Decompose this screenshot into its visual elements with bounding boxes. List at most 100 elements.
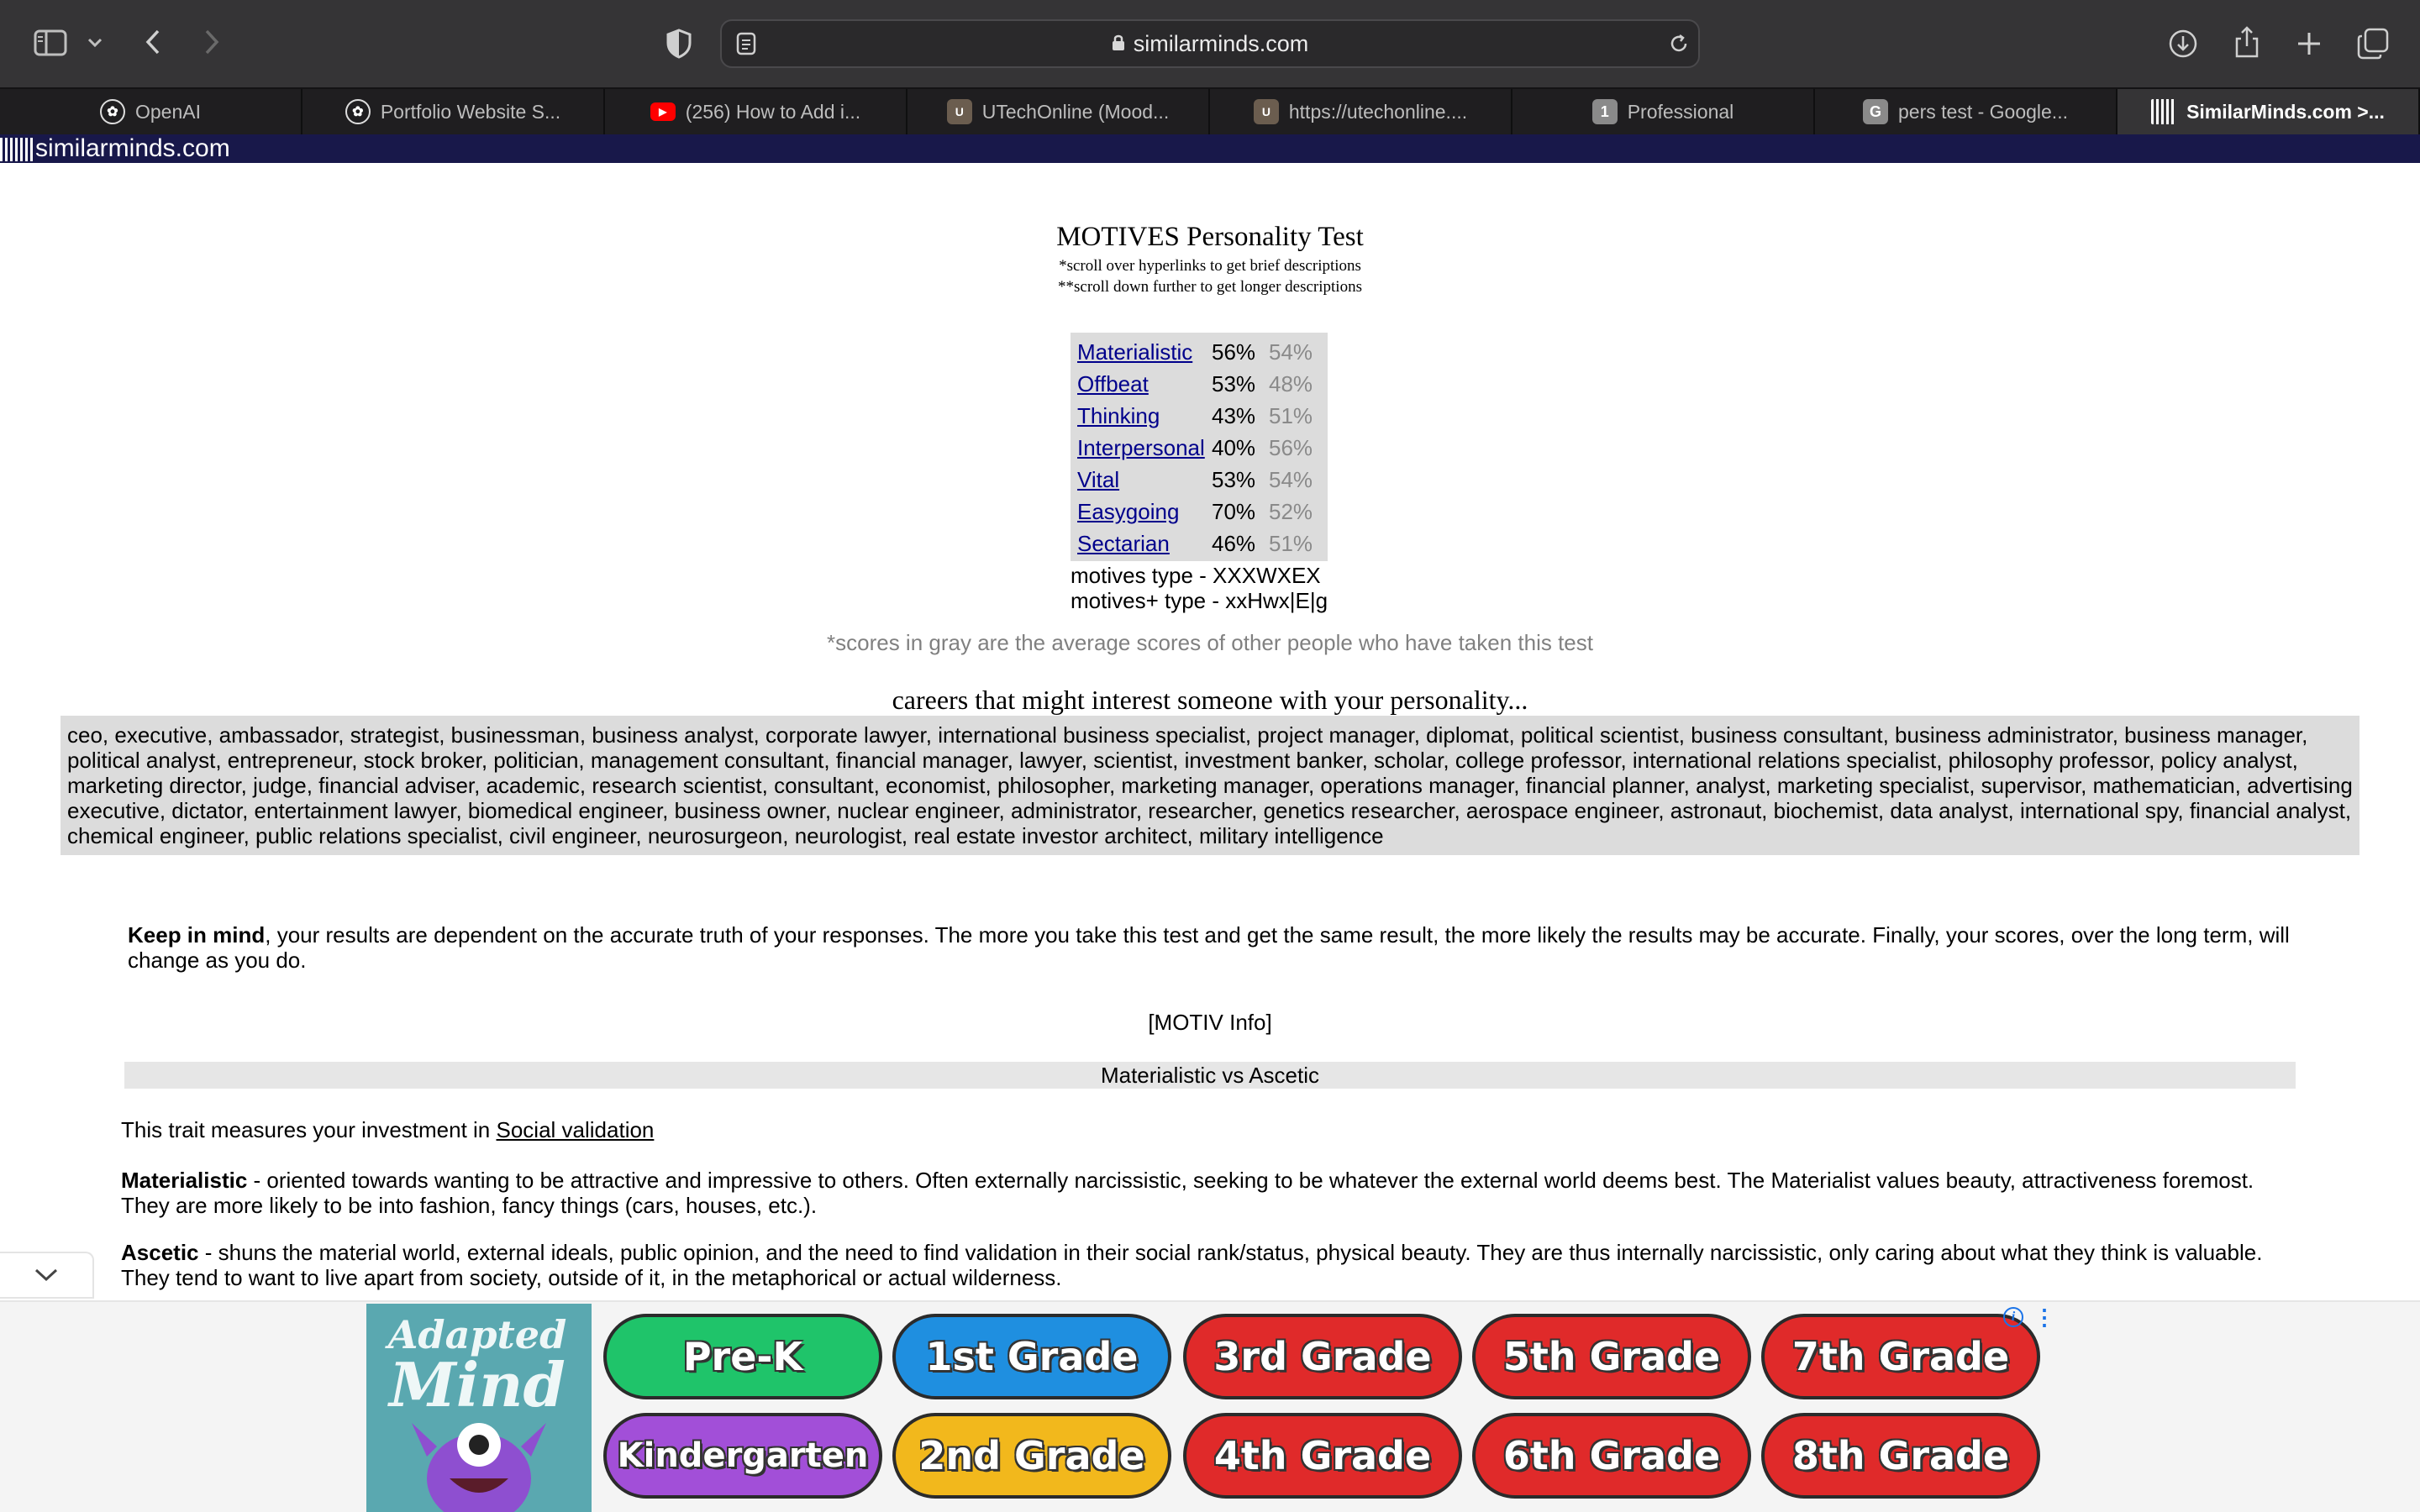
privacy-shield-icon[interactable] (662, 27, 696, 60)
lock-icon (1112, 21, 1125, 66)
trait-link[interactable]: Easygoing (1077, 496, 1179, 528)
grade-button-pre-k[interactable]: Pre-K (603, 1314, 882, 1399)
new-tab-icon[interactable] (2292, 27, 2326, 60)
tab-youtube[interactable]: ▶ (256) How to Add i... (605, 89, 908, 134)
trait-average: 48% (1269, 371, 1313, 396)
chevron-down-icon (34, 1268, 58, 1282)
utech-icon: U (946, 99, 972, 124)
tab-openai[interactable]: ✿ OpenAI (0, 89, 302, 134)
tab-label: Professional (1627, 100, 1734, 123)
similarminds-icon (2151, 99, 2177, 124)
ascetic-text: - shuns the material world, external ide… (121, 1240, 2263, 1290)
trait-score: 53% (1212, 371, 1256, 396)
trait-score: 40% (1212, 435, 1256, 460)
grade-button-1st[interactable]: 1st Grade (892, 1314, 1171, 1399)
page-title: MOTIVES Personality Test (1056, 222, 1364, 252)
trait-score: 53% (1212, 467, 1256, 492)
careers-list: ceo, executive, ambassador, strategist, … (60, 716, 2360, 855)
motiv-info-label: [MOTIV Info] (1148, 1010, 1272, 1035)
share-icon[interactable] (2230, 24, 2264, 60)
materialistic-description: Materialistic - oriented towards wanting… (121, 1168, 2306, 1218)
grade-button-2nd[interactable]: 2nd Grade (892, 1413, 1171, 1499)
ascetic-description: Ascetic - shuns the material world, exte… (121, 1240, 2306, 1290)
browser-toolbar: similarminds.com (0, 0, 2420, 87)
trait-average: 56% (1269, 435, 1313, 460)
openai-icon: ✿ (345, 99, 371, 124)
tab-utechonline-url[interactable]: U https://utechonline.... (1210, 89, 1512, 134)
sidebar-toggle-icon[interactable] (32, 27, 69, 59)
trait-measure-text: This trait measures your investment in (121, 1117, 497, 1142)
trait-link[interactable]: Thinking (1077, 400, 1160, 432)
chevron-down-icon[interactable] (84, 32, 106, 54)
tab-similarminds[interactable]: SimilarMinds.com >... (2118, 89, 2420, 134)
score-row-materialistic: Materialistic 56% 54% (1071, 336, 1328, 368)
hyperlink-note: *scroll over hyperlinks to get brief des… (1059, 257, 1361, 275)
score-row-vital: Vital 53% 54% (1071, 464, 1328, 496)
materialistic-label: Materialistic (121, 1168, 248, 1193)
social-validation-link[interactable]: Social validation (497, 1117, 655, 1142)
trait-link[interactable]: Vital (1077, 464, 1119, 496)
ad-info-icon[interactable]: i (2003, 1307, 2023, 1327)
tab-label: UTechOnline (Mood... (981, 100, 1170, 123)
tab-professional[interactable]: 1 Professional (1512, 89, 1815, 134)
trait-average: 51% (1269, 531, 1313, 556)
tab-label: pers test - Google... (1898, 100, 2068, 123)
materialistic-text: - oriented towards wanting to be attract… (121, 1168, 2254, 1218)
openai-icon: ✿ (100, 99, 125, 124)
youtube-icon: ▶ (650, 102, 676, 121)
site-header (0, 134, 2420, 163)
trait-link[interactable]: Sectarian (1077, 528, 1170, 559)
back-icon[interactable] (138, 25, 168, 59)
collapse-ad-button[interactable] (0, 1252, 94, 1299)
tab-google-search[interactable]: G pers test - Google... (1815, 89, 2118, 134)
average-scores-note: *scores in gray are the average scores o… (827, 630, 1593, 655)
grade-button-3rd[interactable]: 3rd Grade (1183, 1314, 1462, 1399)
tab-bar: ✿ OpenAI ✿ Portfolio Website S... ▶ (256… (0, 87, 2420, 134)
reload-icon[interactable] (1666, 31, 1691, 56)
score-row-offbeat: Offbeat 53% 48% (1071, 368, 1328, 400)
site-logo-icon[interactable] (0, 138, 34, 161)
tab-label: https://utechonline.... (1288, 100, 1468, 123)
tab-portfolio[interactable]: ✿ Portfolio Website S... (302, 89, 605, 134)
trait-link[interactable]: Interpersonal (1077, 432, 1205, 464)
motives-type: motives type - XXXWXEX (1071, 563, 1321, 588)
site-name-link[interactable]: similarminds.com (35, 134, 230, 163)
grade-button-8th[interactable]: 8th Grade (1761, 1413, 2040, 1499)
ascetic-label: Ascetic (121, 1240, 199, 1265)
url-display[interactable]: similarminds.com (722, 21, 1698, 66)
trait-average: 54% (1269, 467, 1313, 492)
trait-link[interactable]: Offbeat (1077, 368, 1149, 400)
score-table: Materialistic 56% 54% Offbeat 53% 48% Th… (1071, 333, 1328, 561)
grade-button-4th[interactable]: 4th Grade (1183, 1413, 1462, 1499)
number-badge-icon: 1 (1591, 99, 1618, 124)
careers-heading: careers that might interest someone with… (892, 685, 1528, 715)
trait-average: 52% (1269, 499, 1313, 524)
forward-icon[interactable] (197, 25, 227, 59)
trait-average: 54% (1269, 339, 1313, 365)
tab-label: (256) How to Add i... (685, 100, 861, 123)
tab-label: OpenAI (135, 100, 201, 123)
keep-in-mind-paragraph: Keep in mind, your results are dependent… (128, 922, 2304, 973)
score-row-thinking: Thinking 43% 51% (1071, 400, 1328, 432)
downloads-icon[interactable] (2166, 27, 2200, 60)
tab-overview-icon[interactable] (2354, 25, 2391, 62)
tab-utechonline[interactable]: U UTechOnline (Mood... (908, 89, 1210, 134)
scroll-note: **scroll down further to get longer desc… (1058, 278, 1362, 296)
score-row-easygoing: Easygoing 70% 52% (1071, 496, 1328, 528)
trait-measure-line: This trait measures your investment in S… (121, 1117, 654, 1143)
trait-section-header: Materialistic vs Ascetic (124, 1062, 2296, 1089)
score-row-sectarian: Sectarian 46% 51% (1071, 528, 1328, 559)
ad-menu-icon[interactable]: ⋮ (2033, 1305, 2055, 1329)
trait-link[interactable]: Materialistic (1077, 336, 1192, 368)
trait-score: 46% (1212, 531, 1256, 556)
grade-button-kindergarten[interactable]: Kindergarten (603, 1413, 882, 1499)
url-text: similarminds.com (1133, 31, 1309, 56)
score-row-interpersonal: Interpersonal 40% 56% (1071, 432, 1328, 464)
tab-label: SimilarMinds.com >... (2186, 100, 2385, 123)
trait-score: 56% (1212, 339, 1256, 365)
address-bar[interactable]: similarminds.com (720, 19, 1700, 68)
grade-button-6th[interactable]: 6th Grade (1472, 1413, 1751, 1499)
grade-button-5th[interactable]: 5th Grade (1472, 1314, 1751, 1399)
keep-in-mind-text: , your results are dependent on the accu… (128, 922, 2290, 973)
grade-button-7th[interactable]: 7th Grade (1761, 1314, 2040, 1399)
